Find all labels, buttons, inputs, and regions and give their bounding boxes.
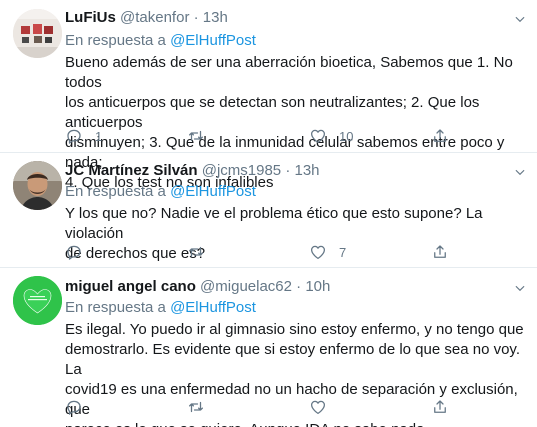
like-count: 7 [339, 244, 347, 260]
reply-mention-link[interactable]: @ElHuffPost [170, 32, 256, 49]
avatar-image [13, 9, 62, 58]
reply-prefix: En respuesta a [65, 32, 166, 49]
avatar[interactable] [13, 276, 62, 325]
like-icon [310, 245, 326, 260]
share-button[interactable] [431, 397, 449, 417]
user-handle[interactable]: @takenfor [120, 9, 189, 26]
reply-prefix: En respuesta a [65, 183, 166, 200]
tweet-1[interactable]: LuFiUs @takenfor · 13h En respuesta a @E… [0, 0, 537, 191]
tweet-2[interactable]: JC Martínez Silván @jcms1985 · 13h En re… [0, 153, 537, 267]
separator-dot: · [285, 162, 291, 179]
reply-context: En respuesta a @ElHuffPost [65, 182, 256, 202]
retweet-icon [188, 401, 204, 413]
chevron-down-icon [515, 285, 525, 292]
reply-mention-link[interactable]: @ElHuffPost [170, 183, 256, 200]
share-icon [434, 245, 446, 258]
avatar[interactable] [13, 9, 62, 58]
retweet-icon [188, 246, 204, 258]
retweet-icon [188, 130, 204, 142]
share-icon [434, 129, 446, 142]
display-name[interactable]: JC Martínez Silván [65, 162, 198, 179]
tweet-header: LuFiUs @takenfor · 13h [65, 8, 228, 28]
tweet-header: JC Martínez Silván @jcms1985 · 13h [65, 161, 320, 181]
timestamp[interactable]: 13h [203, 9, 228, 26]
avatar-image [13, 276, 62, 325]
user-handle[interactable]: @miguelac62 [200, 278, 292, 295]
chevron-down-icon [515, 169, 525, 176]
reply-button[interactable] [65, 242, 95, 262]
reply-icon [67, 400, 81, 415]
timestamp[interactable]: 10h [305, 278, 330, 295]
reply-count: 1 [95, 128, 103, 144]
tweet-actions: 1 10 [65, 126, 485, 146]
retweet-button[interactable] [187, 242, 217, 262]
chevron-down-icon [515, 16, 525, 23]
user-handle[interactable]: @jcms1985 [202, 162, 281, 179]
tweet-header: miguel angel cano @miguelac62 · 10h [65, 277, 330, 297]
like-button[interactable]: 10 [309, 126, 353, 146]
tweet-menu-button[interactable] [511, 163, 529, 181]
timestamp[interactable]: 13h [295, 162, 320, 179]
reply-icon [67, 245, 81, 260]
reply-prefix: En respuesta a [65, 299, 166, 316]
avatar[interactable] [13, 161, 62, 210]
reply-button[interactable]: 1 [65, 126, 102, 146]
tweet-menu-button[interactable] [511, 10, 529, 28]
display-name[interactable]: LuFiUs [65, 9, 116, 26]
tweet-actions [65, 397, 485, 417]
tweet-menu-button[interactable] [511, 279, 529, 297]
reply-context: En respuesta a @ElHuffPost [65, 31, 256, 51]
like-icon [310, 129, 326, 144]
retweet-button[interactable] [187, 126, 217, 146]
like-count: 10 [339, 128, 354, 144]
tweet-actions: 7 [65, 242, 485, 262]
share-icon [434, 400, 446, 413]
display-name[interactable]: miguel angel cano [65, 278, 196, 295]
share-button[interactable] [431, 126, 449, 146]
reply-button[interactable] [65, 397, 95, 417]
share-button[interactable] [431, 242, 449, 262]
retweet-button[interactable] [187, 397, 217, 417]
reply-mention-link[interactable]: @ElHuffPost [170, 299, 256, 316]
separator-dot: · [193, 9, 199, 26]
reply-icon [67, 129, 81, 144]
reply-context: En respuesta a @ElHuffPost [65, 298, 256, 318]
like-button[interactable]: 7 [309, 242, 346, 262]
avatar-image [13, 161, 62, 210]
separator-dot: · [296, 278, 302, 295]
like-icon [310, 400, 326, 415]
like-button[interactable] [309, 397, 339, 417]
tweet-3[interactable]: miguel angel cano @miguelac62 · 10h En r… [0, 268, 537, 427]
